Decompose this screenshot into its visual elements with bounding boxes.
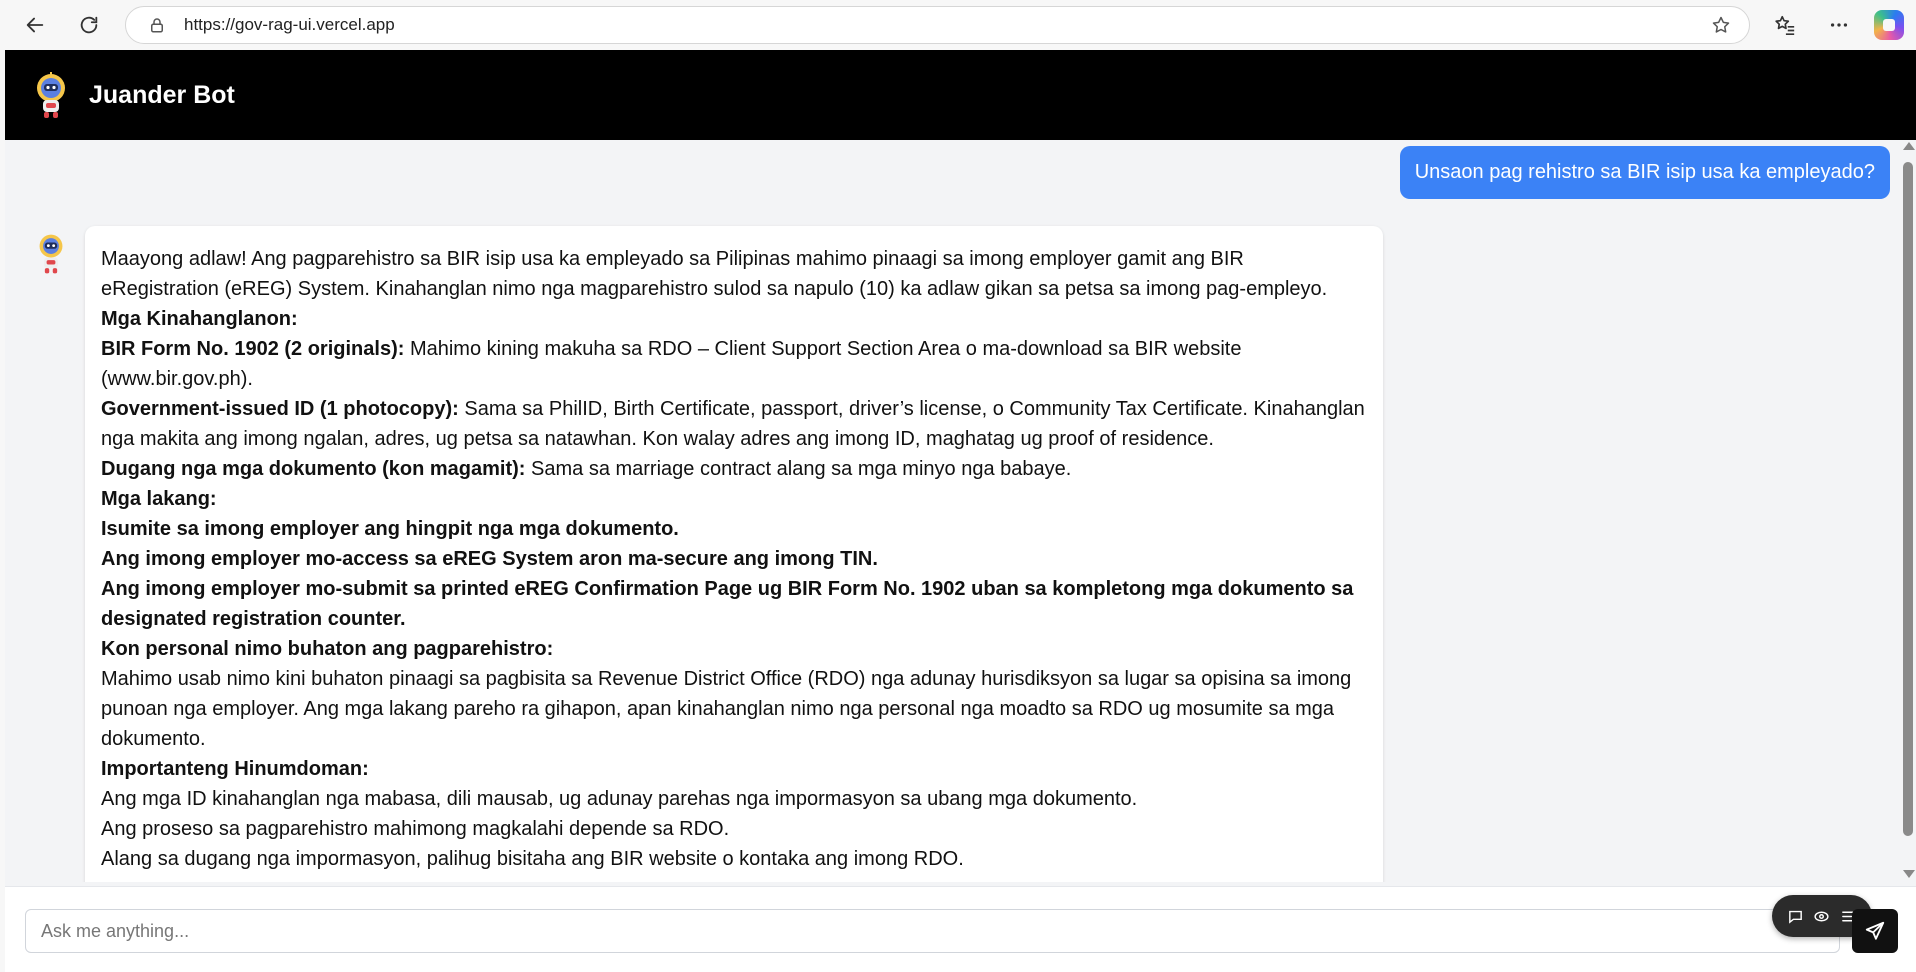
favorites-icon: [1775, 15, 1795, 35]
more-button[interactable]: [1822, 8, 1856, 42]
url-text: https://gov-rag-ui.vercel.app: [184, 15, 395, 34]
address-bar[interactable]: https://gov-rag-ui.vercel.app: [125, 6, 1750, 44]
back-button[interactable]: [18, 8, 52, 42]
note-item: Ang mga ID kinahanglan nga mabasa, dili …: [101, 788, 1138, 810]
back-icon: [26, 17, 44, 33]
eye-icon[interactable]: [1812, 906, 1832, 926]
personal-text: Mahimo usab nimo kini buhaton pinaagi sa…: [101, 668, 1352, 750]
send-button[interactable]: [1852, 909, 1898, 953]
user-message: Unsaon pag rehistro sa BIR isip usa ka e…: [1399, 146, 1890, 199]
step-item: Ang imong employer mo-submit sa printed …: [101, 578, 1354, 630]
send-icon: [1865, 921, 1885, 940]
step-item: Isumite sa imong employer ang hingpit ng…: [101, 518, 679, 540]
copilot-icon[interactable]: [1874, 10, 1904, 40]
app-title: Juander Bot: [89, 80, 235, 109]
note-item: Ang proseso sa pagparehistro mahimong ma…: [101, 818, 730, 840]
requirement-item: Government-issued ID (1 photocopy): Sama…: [101, 398, 1365, 450]
requirement-item: BIR Form No. 1902 (2 originals): Mahimo …: [101, 338, 1242, 390]
reload-icon: [80, 16, 98, 34]
app-container: Juander Bot Unsaon pag rehistro sa BIR i…: [5, 50, 1916, 972]
composer: [5, 886, 1916, 972]
star-icon[interactable]: [1711, 15, 1731, 35]
personal-heading: Kon personal nimo buhaton ang pagparehis…: [101, 638, 554, 660]
chat-thread: Unsaon pag rehistro sa BIR isip usa ka e…: [5, 140, 1900, 882]
browser-toolbar: https://gov-rag-ui.vercel.app: [0, 0, 1916, 50]
steps-heading: Mga lakang:: [101, 488, 217, 510]
more-icon: [1830, 23, 1848, 27]
notes-heading: Importanteng Hinumdoman:: [101, 758, 369, 780]
app-header: Juander Bot: [5, 50, 1916, 140]
chat-icon[interactable]: [1785, 906, 1805, 926]
chat-scrollbar[interactable]: [1900, 140, 1916, 882]
intro-text: Maayong adlaw! Ang pagparehistro sa BIR …: [101, 248, 1328, 300]
bot-message: Maayong adlaw! Ang pagparehistro sa BIR …: [85, 226, 1383, 882]
requirement-item: Dugang nga mga dokumento (kon magamit): …: [101, 458, 1072, 480]
scroll-thumb[interactable]: [1903, 162, 1913, 836]
bot-avatar-icon: [39, 234, 63, 274]
scroll-up-arrow-icon[interactable]: [1903, 142, 1915, 150]
note-item: Alang sa dugang nga impormasyon, palihug…: [101, 848, 964, 870]
requirements-heading: Mga Kinahanglanon:: [101, 308, 298, 330]
step-item: Ang imong employer mo-access sa eREG Sys…: [101, 548, 878, 570]
message-input[interactable]: [25, 909, 1840, 953]
lock-icon: [151, 18, 163, 33]
scroll-down-arrow-icon[interactable]: [1903, 870, 1915, 878]
favorites-button[interactable]: [1768, 8, 1802, 42]
robot-logo-icon: [37, 72, 65, 118]
reload-button[interactable]: [72, 8, 106, 42]
